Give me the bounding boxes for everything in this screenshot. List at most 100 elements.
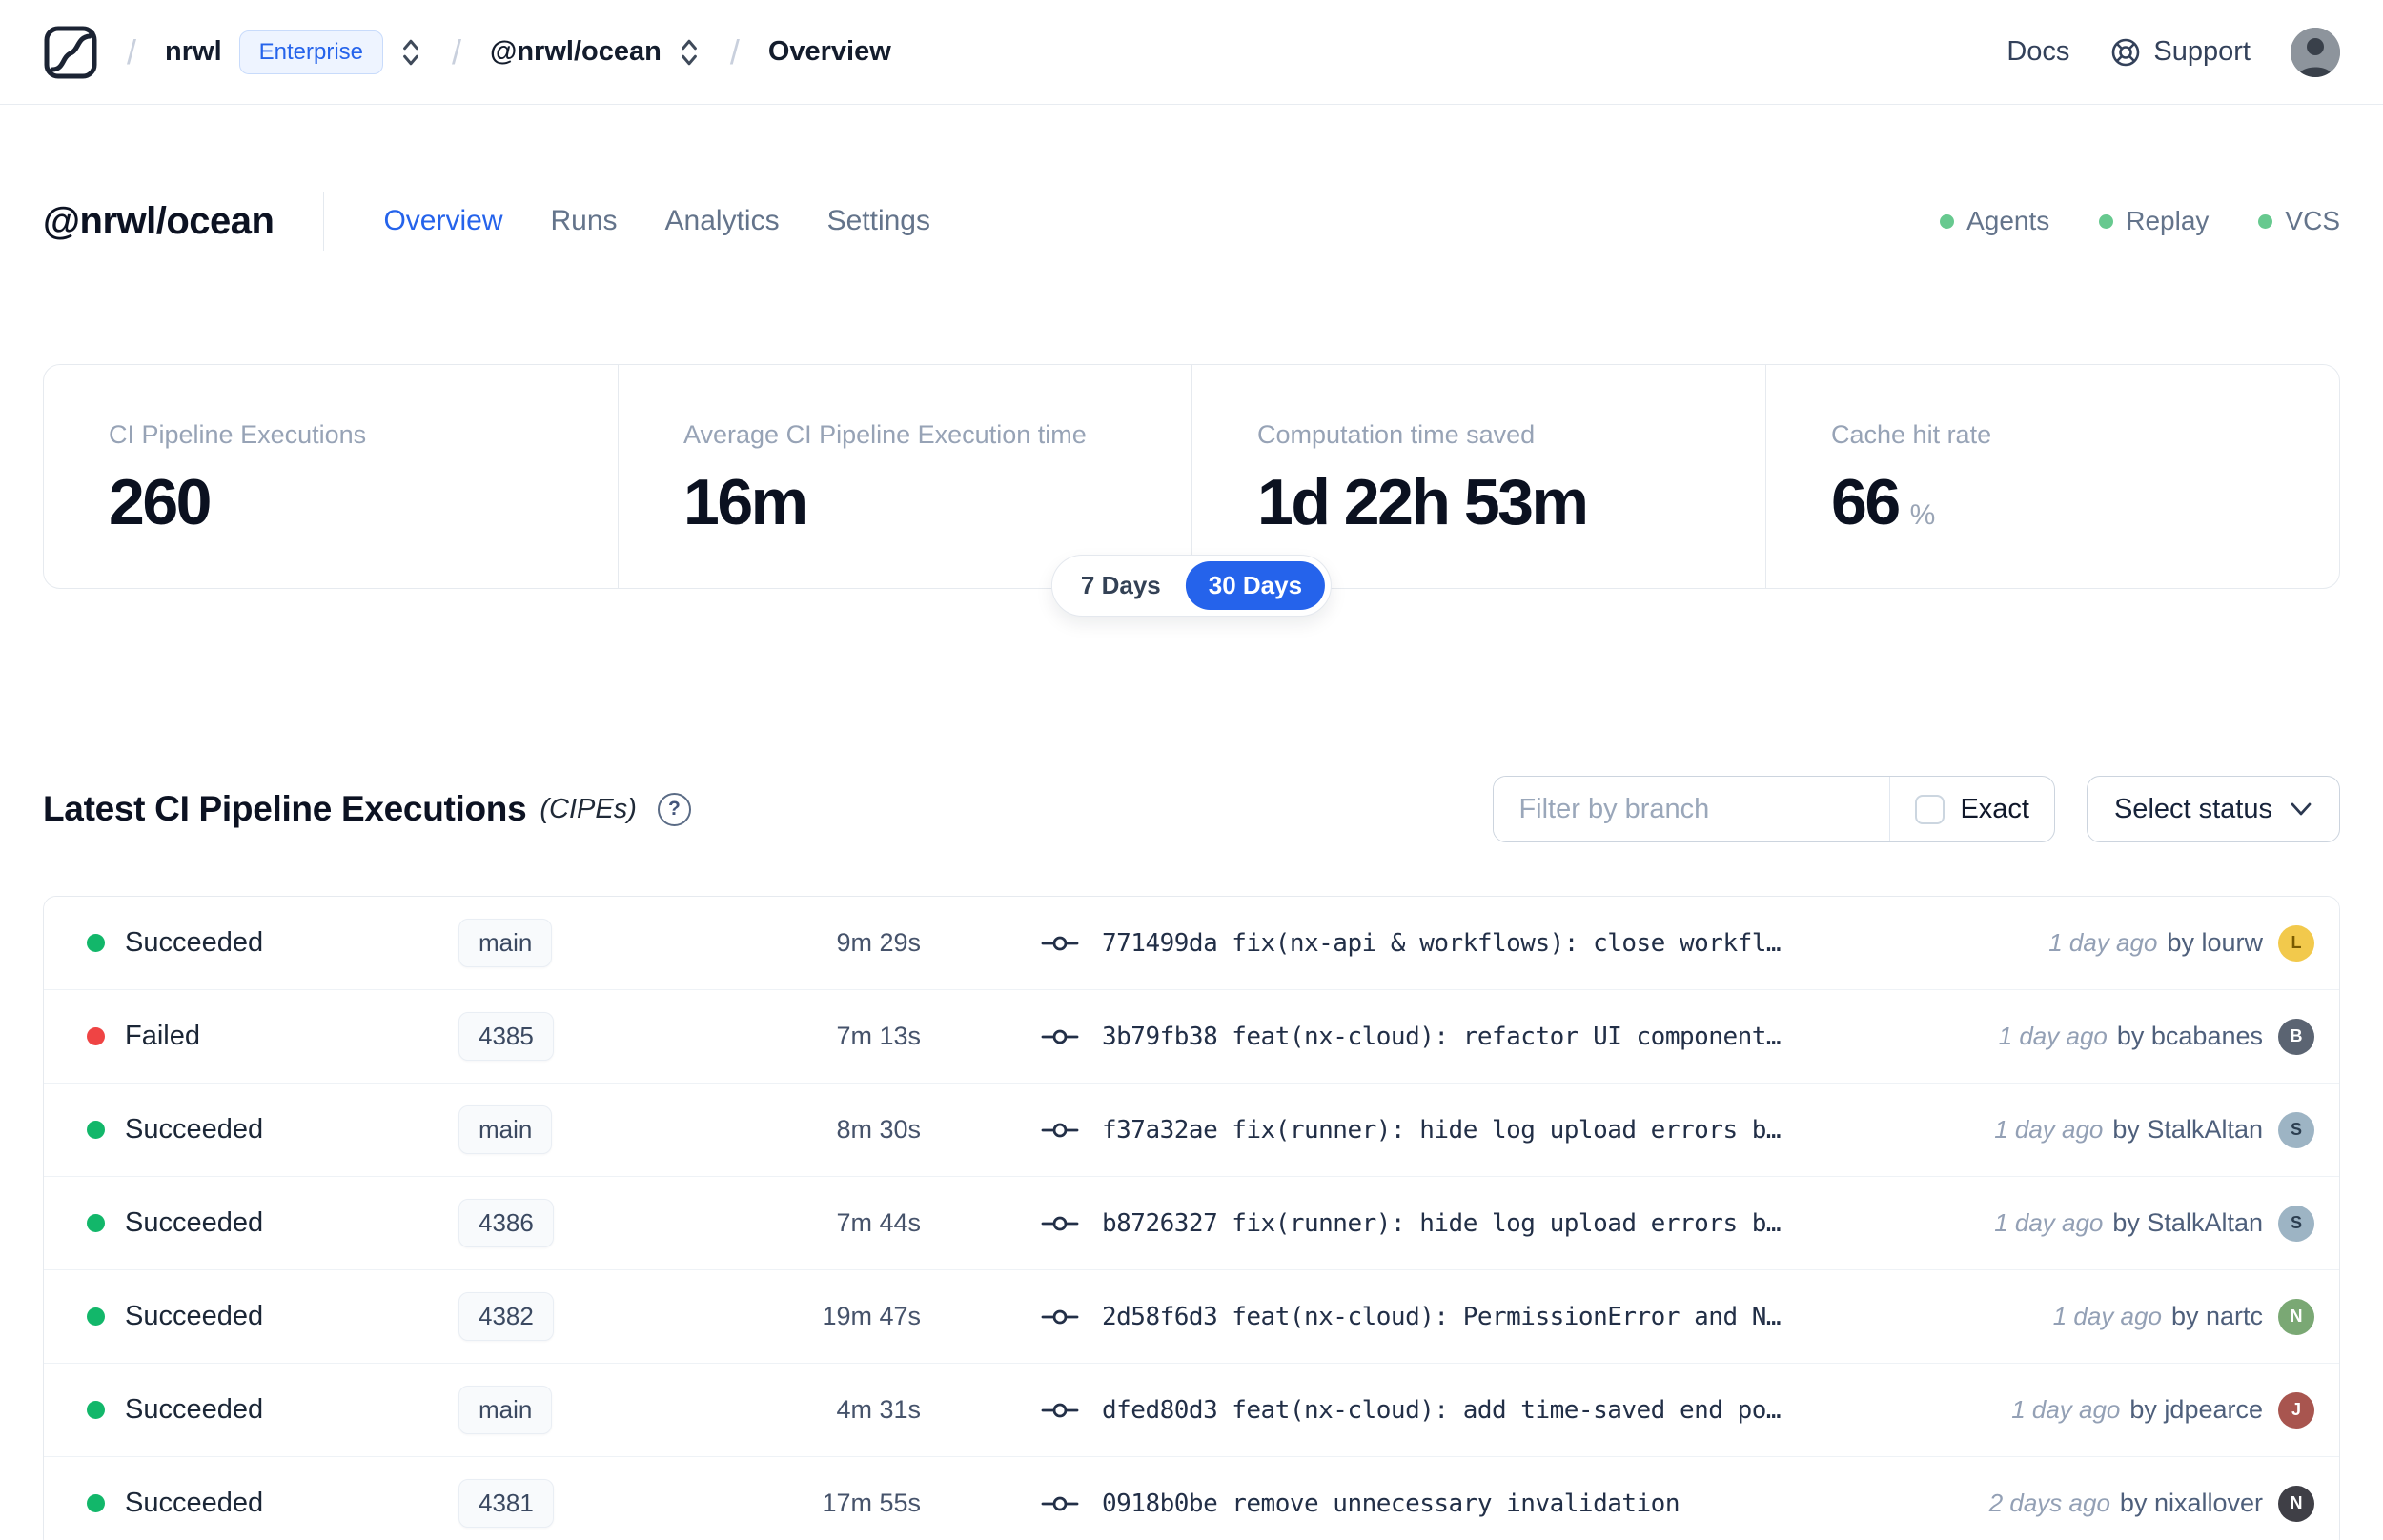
meta-cell: 1 day ago by nartc N [2053,1298,2314,1335]
feature-label: Replay [2126,206,2210,235]
commit-text: dfed80d3 feat(nx-cloud): add time-saved e… [1102,1396,1781,1425]
commit-cell: f37a32ae fix(runner): hide log upload err… [921,1116,1965,1145]
feature-status-replay: Replay [2099,206,2209,236]
meta-cell: 1 day ago by StalkAltan S [1994,1111,2314,1148]
table-row[interactable]: Succeeded main 4m 31s dfed80d3 feat(nx-cl… [44,1364,2339,1457]
git-commit-icon [1041,1118,1079,1143]
breadcrumb-workspace[interactable]: @nrwl/ocean [490,36,662,68]
author: by StalkAltan [2112,1208,2263,1237]
commit-cell: dfed80d3 feat(nx-cloud): add time-saved e… [921,1396,1983,1425]
user-avatar[interactable] [2291,27,2340,77]
status-label: Succeeded [125,1394,264,1425]
commit-text: b8726327 fix(runner): hide log upload err… [1102,1209,1781,1238]
table-row[interactable]: Succeeded main 9m 29s 771499da fix(nx-api… [44,897,2339,990]
branch-filter-input[interactable] [1494,777,1890,841]
stat-label: Computation time saved [1257,420,1536,449]
status-dot-icon [87,1214,105,1232]
status-select-button[interactable]: Select status [2086,776,2340,842]
tab-runs[interactable]: Runs [550,205,617,237]
range-option-30-days[interactable]: 30 Days [1185,561,1326,610]
author-avatar: N [2278,1298,2314,1335]
author: by nartc [2170,1302,2263,1330]
support-link[interactable]: Support [2109,36,2251,69]
author-avatar: J [2278,1391,2314,1429]
branch-badge[interactable]: 4386 [458,1199,554,1247]
table-row[interactable]: Failed 4385 7m 13s 3b79fb38 feat(nx-cloud… [44,990,2339,1084]
cipe-title-suffix: (CIPEs) [540,793,637,824]
breadcrumb-separator: / [452,31,462,71]
branch-badge[interactable]: main [458,1386,553,1434]
status-dot-icon [87,1494,105,1512]
cipe-controls: Exact Select status [1493,776,2340,842]
feature-label: Agents [1966,206,2050,235]
cipe-title: Latest CI Pipeline Executions [43,789,527,828]
table-row[interactable]: Succeeded 4386 7m 44s b8726327 fix(runner… [44,1177,2339,1270]
duration-cell: 9m 29s [836,928,921,957]
feature-status-agents: Agents [1940,206,2049,236]
branch-badge[interactable]: main [458,1105,553,1154]
commit-hash: 2d58f6d3 [1102,1302,1218,1331]
org-switcher-chevron-icon[interactable] [398,37,423,68]
meta-cell: 2 days ago by nixallover N [1989,1485,2314,1522]
breadcrumb-org[interactable]: nrwl [165,36,222,68]
stat-value: 16m [683,466,808,538]
cipe-header: Latest CI Pipeline Executions (CIPEs) ? … [0,776,2383,842]
commit-text: f37a32ae fix(runner): hide log upload err… [1102,1116,1781,1145]
status-cell: Succeeded [87,927,458,959]
stat-label: Average CI Pipeline Execution time [683,420,1087,449]
git-commit-icon [1041,1211,1079,1236]
status-label: Succeeded [125,1488,264,1518]
author: by lourw [2167,928,2263,957]
author: by bcabanes [2116,1022,2263,1050]
exact-checkbox[interactable] [1915,794,1945,824]
branch-filter-group: Exact [1493,776,2055,842]
commit-message: fix(runner): hide log upload errors b… [1232,1208,1782,1238]
workspace-switcher-chevron-icon[interactable] [677,37,702,68]
git-commit-icon [1041,1024,1079,1049]
branch-badge[interactable]: main [458,919,553,967]
commit-cell: 0918b0be remove unnecessary invalidation [921,1489,1961,1518]
docs-link[interactable]: Docs [2006,36,2069,68]
status-select-label: Select status [2113,793,2272,824]
stat-card: CI Pipeline Executions 260 [44,365,618,588]
branch-cell: 4386 [458,1199,678,1247]
breadcrumb-separator: / [729,31,740,71]
feature-status-vcs: VCS [2258,206,2340,236]
table-row[interactable]: Succeeded 4381 17m 55s 0918b0be remove un… [44,1457,2339,1540]
commit-message: feat(nx-cloud): add time-saved end po… [1232,1395,1782,1425]
tab-analytics[interactable]: Analytics [665,205,780,237]
status-dot-icon [87,1401,105,1419]
branch-badge[interactable]: 4382 [458,1292,554,1341]
breadcrumb-page: Overview [767,36,891,67]
branch-cell: 4385 [458,1012,678,1061]
author: by jdpearce [2129,1395,2263,1424]
cipe-table: Succeeded main 9m 29s 771499da fix(nx-api… [43,896,2340,1540]
commit-text: 2d58f6d3 feat(nx-cloud): PermissionError … [1102,1303,1781,1331]
exact-toggle[interactable]: Exact [1890,794,2054,825]
help-icon[interactable]: ? [657,792,691,826]
chevron-down-icon [2290,801,2312,817]
status-label: Succeeded [125,1114,264,1145]
status-cell: Succeeded [87,1488,458,1519]
table-row[interactable]: Succeeded main 8m 30s f37a32ae fix(runner… [44,1084,2339,1177]
stat-value: 1d 22h 53m [1257,466,1589,538]
nx-cloud-logo-icon[interactable] [43,25,98,80]
commit-cell: 771499da fix(nx-api & workflows): close w… [921,929,2020,958]
workspace-header: @nrwl/ocean Overview Runs Analytics Setting… [0,173,2383,269]
author-avatar: B [2278,1018,2314,1055]
table-row[interactable]: Succeeded 4382 19m 47s 2d58f6d3 feat(nx-c… [44,1270,2339,1364]
duration-cell: 19m 47s [822,1302,921,1330]
enterprise-badge[interactable]: Enterprise [238,30,384,74]
range-option-7-days[interactable]: 7 Days [1058,561,1184,610]
branch-badge[interactable]: 4385 [458,1012,554,1061]
tab-settings[interactable]: Settings [827,205,930,237]
status-cell: Succeeded [87,1394,458,1426]
branch-badge[interactable]: 4381 [458,1479,554,1528]
tab-overview[interactable]: Overview [383,205,502,237]
status-label: Succeeded [125,1207,264,1238]
stat-value: 260 [109,466,212,538]
commit-cell: b8726327 fix(runner): hide log upload err… [921,1209,1965,1238]
duration-cell: 7m 13s [836,1022,921,1050]
stats-section: CI Pipeline Executions 260 Average CI Pipe… [43,364,2340,617]
author-avatar: N [2278,1485,2314,1522]
